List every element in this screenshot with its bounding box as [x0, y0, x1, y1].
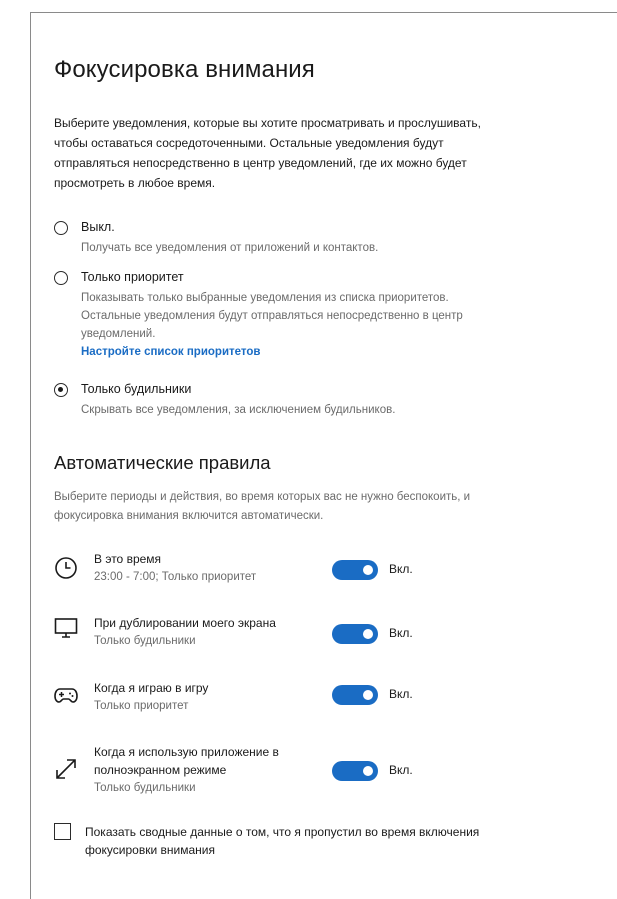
monitor-icon	[54, 618, 78, 638]
rule-toggle-label: Вкл.	[389, 687, 413, 701]
rule-title: Когда я использую приложение в полноэкра…	[94, 745, 279, 777]
rule-text: Когда я играю в игру Только приоритет	[94, 679, 324, 715]
option-off-label: Выкл.	[81, 220, 115, 234]
priority-list-link[interactable]: Настройте список приоритетов	[81, 343, 501, 361]
option-alarms-only-description: Скрывать все уведомления, за исключением…	[81, 404, 396, 416]
summary-checkbox-label[interactable]: Показать сводные данные о том, что я про…	[85, 823, 485, 859]
rule-text: В это время 23:00 - 7:00; Только приорит…	[94, 550, 324, 586]
page-description: Выберите уведомления, которые вы хотите …	[54, 116, 481, 190]
rule-text: Когда я использую приложение в полноэкра…	[94, 743, 324, 797]
rule-toggle-label: Вкл.	[389, 626, 413, 640]
rule-subtitle: 23:00 - 7:00; Только приоритет	[94, 571, 257, 583]
radio-alarms-only[interactable]	[54, 383, 68, 397]
automatic-rules-description: Выберите периоды и действия, во время ко…	[54, 491, 471, 522]
option-alarms-only-label: Только будильники	[81, 382, 192, 396]
rule-subtitle: Только приоритет	[94, 700, 189, 712]
fullscreen-arrow-icon	[56, 759, 76, 779]
rule-subtitle: Только будильники	[94, 635, 196, 647]
rule-title: Когда я играю в игру	[94, 681, 209, 695]
rule-toggle[interactable]	[332, 560, 378, 580]
page-title: Фокусировка внимания	[54, 56, 315, 83]
radio-off[interactable]	[54, 221, 68, 235]
option-priority-only-description-block: Показывать только выбранные уведомления …	[81, 289, 501, 361]
rule-subtitle: Только будильники	[94, 782, 196, 794]
rule-toggle-label: Вкл.	[389, 763, 413, 777]
clock-icon	[55, 557, 77, 579]
rule-text: При дублировании моего экрана Только буд…	[94, 614, 324, 650]
rule-toggle-label: Вкл.	[389, 562, 413, 576]
rule-toggle[interactable]	[332, 624, 378, 644]
rule-title: При дублировании моего экрана	[94, 616, 276, 630]
rule-toggle[interactable]	[332, 761, 378, 781]
option-priority-only-label: Только приоритет	[81, 270, 184, 284]
gamepad-icon	[54, 688, 78, 703]
radio-priority-only[interactable]	[54, 271, 68, 285]
option-off-description: Получать все уведомления от приложений и…	[81, 242, 379, 254]
rule-toggle[interactable]	[332, 685, 378, 705]
rule-title: В это время	[94, 552, 162, 566]
option-priority-only-description: Показывать только выбранные уведомления …	[81, 292, 463, 340]
summary-checkbox[interactable]	[54, 823, 71, 840]
automatic-rules-title: Автоматические правила	[54, 452, 271, 473]
